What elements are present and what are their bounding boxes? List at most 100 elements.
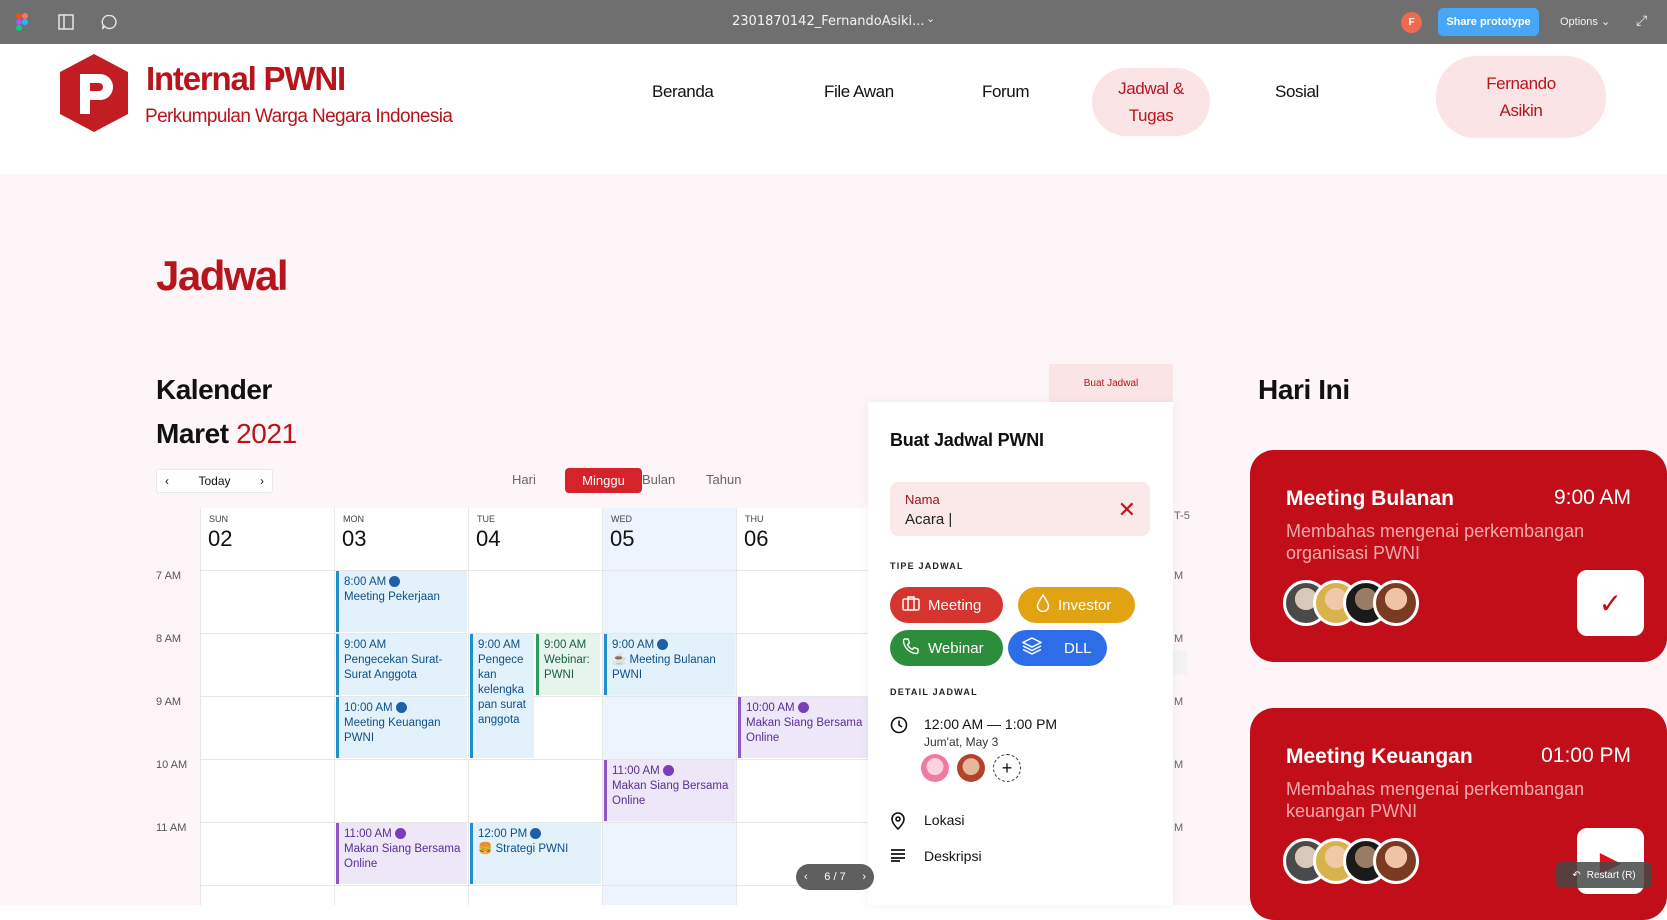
event-time: 10:00 AM xyxy=(746,701,864,716)
check-icon[interactable]: ✓ xyxy=(1577,570,1644,636)
calendar-event[interactable]: 9:00 AM Pengecekan Surat-Surat Anggota xyxy=(336,634,467,695)
sidebar-toggle-icon[interactable] xyxy=(56,12,76,32)
today-event-card[interactable]: Meeting Keuangan 01:00 PM Membahas menge… xyxy=(1250,708,1667,920)
name-field[interactable]: Nama Acara | ✕ xyxy=(890,482,1150,536)
site-header: Internal PWNI Perkumpulan Warga Negara I… xyxy=(0,44,1667,174)
phone-icon xyxy=(902,637,920,659)
participant-avatar[interactable] xyxy=(957,754,985,782)
name-field-value[interactable]: Acara | xyxy=(905,511,952,528)
event-title: Pengece kan kelengka pan surat anggota xyxy=(478,654,526,726)
nav-forum[interactable]: Forum xyxy=(982,82,1030,102)
view-tab-bulan[interactable]: Bulan xyxy=(642,472,675,487)
day-label: WED xyxy=(611,514,632,524)
event-time: 11:00 AM xyxy=(344,827,462,842)
calendar-section-title: Kalender xyxy=(156,374,272,405)
nav-file-awan[interactable]: File Awan xyxy=(824,82,894,102)
chip-label: Investor xyxy=(1058,596,1112,614)
add-participant-icon[interactable]: + xyxy=(993,754,1021,782)
chip-label: Meeting xyxy=(928,596,982,614)
today-button[interactable]: Today xyxy=(198,474,230,488)
time-row[interactable]: 12:00 AM — 1:00 PM Jum'at, May 3 xyxy=(890,716,1057,749)
drop-icon xyxy=(1036,593,1050,616)
card-description: Membahas mengenai perkembangan organisas… xyxy=(1286,521,1585,563)
day-number: 05 xyxy=(610,526,635,551)
clipped-day-label: T-5 xyxy=(1174,510,1190,522)
clipped-hour-label: M xyxy=(1174,633,1184,645)
view-tab-minggu[interactable]: Minggu xyxy=(565,468,642,493)
today-event-card[interactable]: Meeting Bulanan 9:00 AM Membahas mengena… xyxy=(1250,450,1667,662)
calendar-event[interactable]: 9:00 AM ☕ Meeting Bulanan PWNI xyxy=(604,634,735,695)
today-section-title: Hari Ini xyxy=(1258,374,1350,405)
description-icon xyxy=(890,848,910,867)
calendar-event[interactable]: 12:00 PM 🍔 Strategi PWNI xyxy=(470,823,601,884)
day-number: 06 xyxy=(744,526,769,551)
description-row[interactable]: Deskripsi xyxy=(890,848,982,867)
location-row[interactable]: Lokasi xyxy=(890,812,964,835)
clear-icon[interactable]: ✕ xyxy=(1118,497,1136,523)
calendar-event[interactable]: 11:00 AM Makan Siang Bersama Online xyxy=(604,760,735,821)
day-column-today[interactable]: WED 05 xyxy=(602,508,736,905)
card-time: 9:00 AM xyxy=(1553,486,1631,509)
main-content: Jadwal Kalender Maret 2021 Hari Ini ‹ To… xyxy=(0,174,1667,920)
avatar xyxy=(1373,838,1419,884)
time-range: 12:00 AM — 1:00 PM xyxy=(924,716,1058,732)
video-icon xyxy=(530,828,542,839)
chevron-right-icon[interactable]: › xyxy=(260,474,264,488)
figma-toolbar: 2301870142_FernandoAsiki... ⌄ F Share pr… xyxy=(0,0,1667,44)
create-schedule-tab[interactable]: Buat Jadwal xyxy=(1049,364,1173,402)
date-text: Jum'at, May 3 xyxy=(924,735,999,749)
restart-button[interactable]: ↶ Restart (R) xyxy=(1556,862,1652,888)
day-column[interactable]: SUN 02 xyxy=(200,508,334,905)
chevron-left-icon[interactable]: ‹ xyxy=(804,871,808,883)
nav-sosial[interactable]: Sosial xyxy=(1275,82,1319,102)
chevron-down-icon: ⌄ xyxy=(1600,16,1611,28)
participant-avatar[interactable] xyxy=(921,754,949,782)
calendar-event[interactable]: 10:00 AM Meeting Keuangan PWNI xyxy=(336,697,467,758)
view-tab-hari[interactable]: Hari xyxy=(512,472,536,487)
chevron-right-icon[interactable]: › xyxy=(862,871,866,883)
type-chip-meeting[interactable]: Meeting xyxy=(890,587,1003,623)
hour-label: 7 AM xyxy=(156,570,182,582)
nav-beranda[interactable]: Beranda xyxy=(652,82,714,102)
comment-icon[interactable] xyxy=(99,12,119,32)
event-time: 10:00 AM xyxy=(344,701,462,716)
calendar-event[interactable]: 8:00 AM Meeting Pekerjaan xyxy=(336,571,467,632)
hour-divider xyxy=(200,885,868,886)
card-title: Meeting Keuangan xyxy=(1286,745,1473,768)
event-title: Meeting Pekerjaan xyxy=(344,591,440,603)
type-chip-investor[interactable]: Investor xyxy=(1018,587,1135,623)
options-menu[interactable]: Options ⌄ xyxy=(1560,15,1610,28)
calendar-event[interactable]: 9:00 AM Pengece kan kelengka pan surat a… xyxy=(470,634,534,758)
view-tab-tahun[interactable]: Tahun xyxy=(706,472,741,487)
location-pin-icon xyxy=(890,812,910,835)
event-title: Makan Siang Bersama Online xyxy=(612,780,729,807)
pwni-logo-icon[interactable] xyxy=(56,52,132,134)
event-time: 9:00 AM xyxy=(344,639,387,651)
chevron-left-icon[interactable]: ‹ xyxy=(165,474,169,488)
figma-logo-icon[interactable] xyxy=(12,12,32,32)
event-title: ☕ Meeting Bulanan PWNI xyxy=(612,654,716,681)
user-avatar[interactable]: F xyxy=(1401,12,1422,33)
card-time: 01:00 PM xyxy=(1541,744,1631,767)
calendar-event[interactable]: 9:00 AM Webinar: PWNI xyxy=(536,634,600,695)
event-title: Webinar: PWNI xyxy=(544,654,590,681)
chevron-down-icon[interactable]: ⌄ xyxy=(926,12,935,25)
calendar-event[interactable]: 11:00 AM Makan Siang Bersama Online xyxy=(336,823,467,884)
user-profile-button[interactable]: Fernando Asikin xyxy=(1436,56,1606,138)
calendar-event[interactable]: 10:00 AM Makan Siang Bersama Online xyxy=(738,697,868,758)
type-chip-webinar[interactable]: Webinar xyxy=(890,630,1003,666)
chip-label: DLL xyxy=(1064,639,1092,657)
calendar-month: Maret 2021 xyxy=(156,418,297,450)
location-label: Lokasi xyxy=(924,812,965,828)
day-number: 03 xyxy=(342,526,367,551)
nav-jadwal-tugas[interactable]: Jadwal & Tugas xyxy=(1092,68,1210,136)
panel-title: Buat Jadwal PWNI xyxy=(890,430,1044,450)
expand-icon[interactable]: ⤢ xyxy=(1636,12,1647,29)
share-prototype-button[interactable]: Share prototype xyxy=(1438,8,1539,36)
type-chip-dll[interactable]: DLL xyxy=(1008,630,1107,666)
event-time: 12:00 PM xyxy=(478,827,596,842)
file-title[interactable]: 2301870142_FernandoAsiki... xyxy=(732,14,925,29)
day-label: THU xyxy=(745,514,764,524)
video-icon xyxy=(394,828,406,839)
clock-icon xyxy=(890,716,910,739)
